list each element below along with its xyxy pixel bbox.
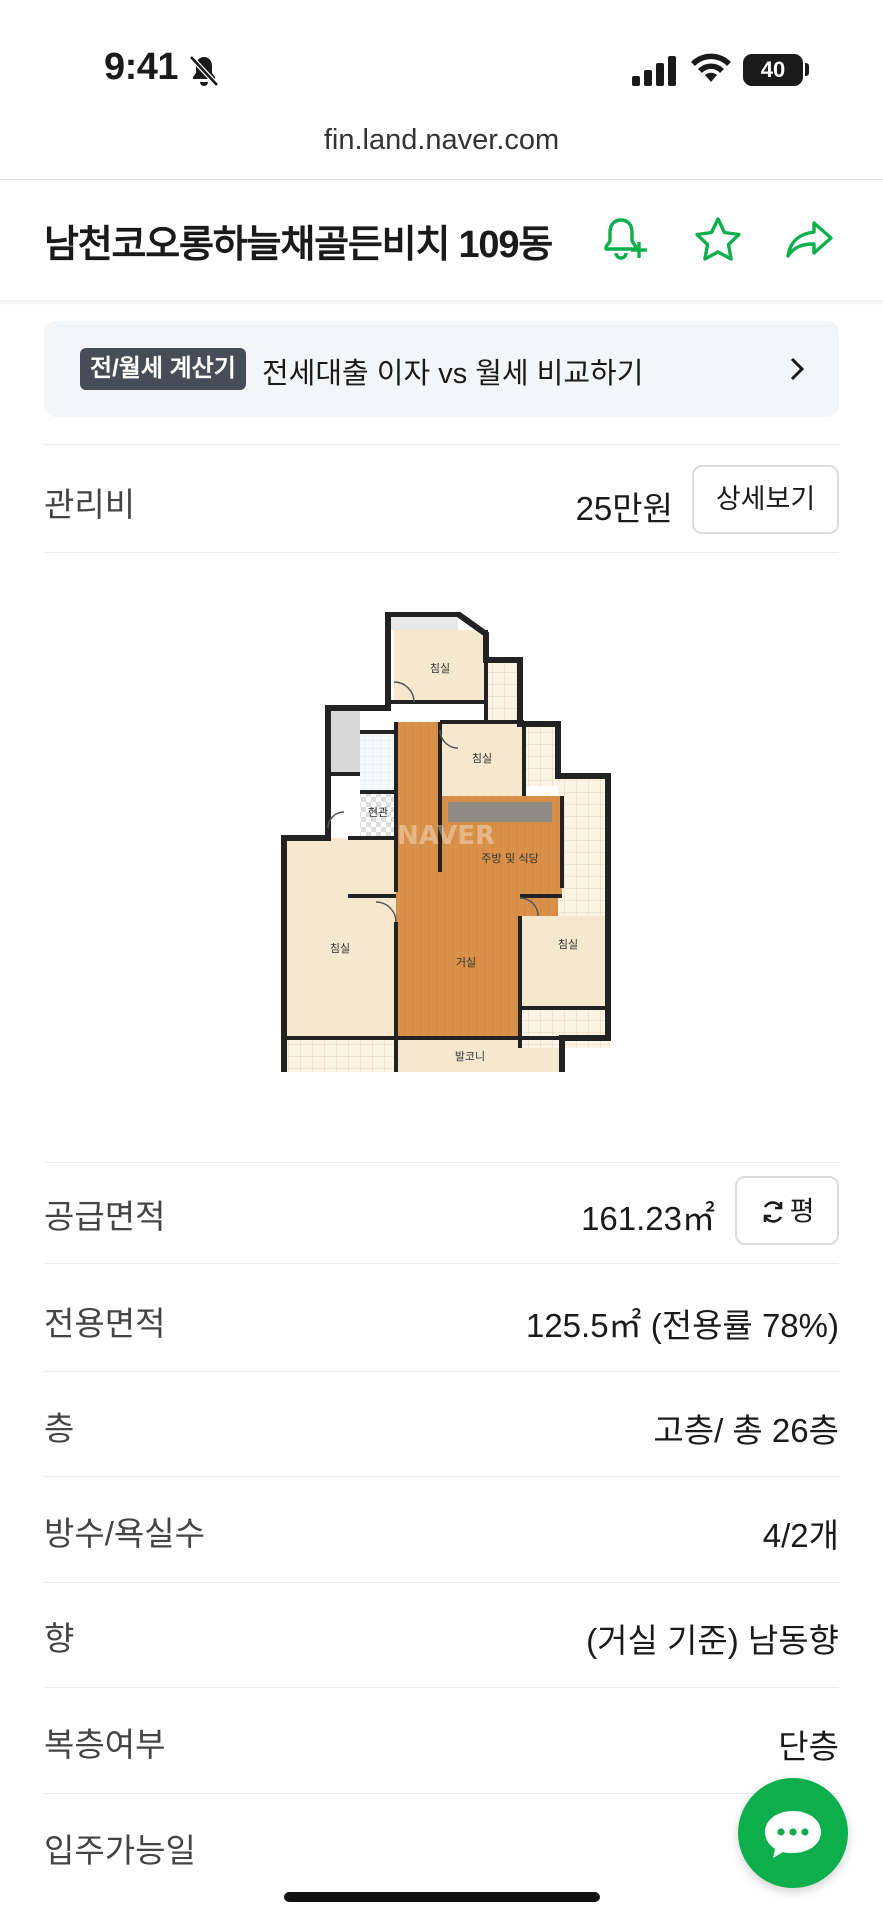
- rooms-baths-label: 방수/욕실수: [44, 1515, 205, 1552]
- supply-area-label: 공급면적: [44, 1198, 166, 1235]
- battery-indicator: 40: [743, 54, 803, 86]
- divider: [44, 552, 839, 553]
- fee-value: 25만원: [575, 490, 673, 527]
- move-in-date-label: 입주가능일: [44, 1832, 196, 1869]
- divider: [44, 1476, 839, 1477]
- duplex-label: 복층여부: [44, 1726, 166, 1763]
- room-label: 침실: [558, 938, 578, 951]
- room-label: 주방 및 식당: [481, 852, 539, 865]
- divider: [44, 1687, 839, 1688]
- room-label: 발코니: [455, 1050, 485, 1063]
- status-time: 9:41: [104, 46, 179, 88]
- divider: [44, 1162, 839, 1163]
- chat-bubble-icon: [765, 1811, 821, 1858]
- divider: [44, 444, 839, 445]
- bell-off-icon: [189, 55, 219, 87]
- divider: [44, 1371, 839, 1372]
- unit-toggle-button[interactable]: 평: [735, 1176, 839, 1245]
- notification-add-icon[interactable]: [597, 214, 653, 266]
- rent-calculator-banner[interactable]: 전/월세 계산기 전세대출 이자 vs 월세 비교하기: [44, 321, 839, 417]
- room-label: 거실: [456, 956, 476, 969]
- home-indicator: [284, 1892, 600, 1902]
- cellular-signal-icon: [632, 56, 676, 86]
- exclusive-area-value: 125.5㎡ (전용률 78%): [525, 1307, 839, 1344]
- direction-value: (거실 기준) 남동향: [586, 1622, 839, 1659]
- watermark: NAVER: [397, 821, 495, 851]
- unit-toggle-label: 평: [789, 1196, 815, 1227]
- divider: [44, 1263, 839, 1264]
- fee-detail-button[interactable]: 상세보기: [692, 465, 839, 534]
- calculator-badge: 전/월세 계산기: [80, 348, 246, 390]
- fee-label: 관리비: [44, 486, 136, 523]
- divider: [44, 1793, 839, 1794]
- url-bar[interactable]: fin.land.naver.com: [0, 124, 883, 157]
- refresh-icon: [763, 1201, 782, 1223]
- share-icon[interactable]: [782, 214, 838, 266]
- status-bar: 9:41 40: [0, 0, 883, 110]
- star-icon[interactable]: [690, 214, 746, 266]
- chat-button[interactable]: [738, 1778, 848, 1888]
- banner-text: 전세대출 이자 vs 월세 비교하기: [262, 358, 644, 390]
- floor-value: 고층/ 총 26층: [653, 1412, 839, 1449]
- room-label: 침실: [472, 752, 492, 765]
- rooms-baths-value: 4/2개: [762, 1517, 839, 1554]
- divider: [44, 1582, 839, 1583]
- battery-tip: [805, 63, 809, 76]
- duplex-value: 단층: [778, 1728, 839, 1765]
- floor-label: 층: [44, 1410, 75, 1447]
- direction-label: 향: [44, 1620, 75, 1657]
- room-label: 현관: [368, 806, 388, 819]
- supply-area-value: 161.23㎡: [581, 1200, 715, 1237]
- chevron-right-icon: [790, 357, 805, 381]
- floor-plan-image[interactable]: 침실 침실 현관 주방 및 식당 침실 거실 침실 발코니 NAVER: [276, 612, 616, 1072]
- exclusive-area-label: 전용면적: [44, 1305, 166, 1342]
- wifi-icon: [691, 53, 731, 82]
- header-shadow: [0, 300, 883, 306]
- page-title: 남천코오롱하늘채골든비치 109동: [44, 224, 553, 266]
- room-label: 침실: [430, 662, 450, 675]
- room-label: 침실: [330, 942, 350, 955]
